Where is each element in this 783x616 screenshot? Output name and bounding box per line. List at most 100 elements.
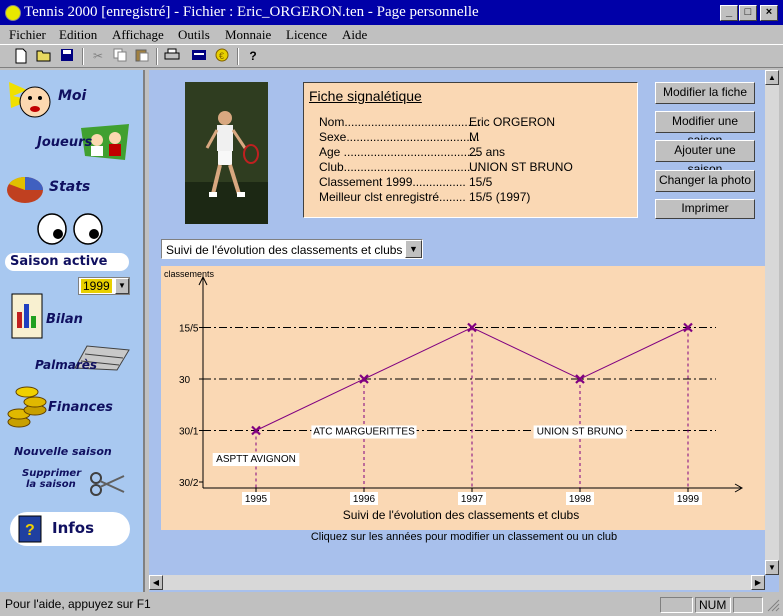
club-label: ASPTT AVIGNON	[216, 454, 296, 465]
print-icon[interactable]	[163, 48, 181, 65]
save-icon[interactable]	[58, 48, 76, 65]
fiche-value: 15/5 (1997)	[469, 190, 531, 204]
scissors-icon	[90, 472, 125, 496]
fiche-label: Sexe....................................…	[319, 130, 480, 144]
toolbar-separator	[82, 48, 84, 65]
fiche-value: 15/5	[469, 175, 493, 189]
face-icon	[9, 82, 51, 118]
nav-stats-label: Stats	[49, 179, 91, 195]
title-bar: Tennis 2000 [enregistré] - Fichier : Eri…	[0, 0, 783, 25]
coins-icon	[7, 386, 47, 428]
nav-joueurs-label: Joueurs	[37, 135, 93, 150]
status-panel	[733, 597, 763, 613]
changer-photo-button[interactable]: Changer la photo	[655, 170, 755, 192]
y-tick-label: 30/2	[179, 478, 199, 489]
chart-area: classements 30/2 30/1 30 15/5 1995 1996 1997 199…	[161, 266, 767, 530]
nav-supprimer-saison[interactable]: Supprimer la saison	[22, 468, 137, 504]
toolbar-separator	[237, 48, 239, 65]
nav-finances-label: Finances	[48, 400, 113, 415]
x-tick-label: 1999	[677, 494, 700, 505]
close-button[interactable]: ×	[760, 5, 778, 21]
new-file-icon[interactable]	[12, 48, 30, 65]
nav-finances[interactable]: Finances	[5, 382, 140, 430]
menu-monnaie[interactable]: Monnaie	[225, 27, 271, 43]
nav-moi[interactable]: Moi	[5, 78, 140, 122]
chevron-down-icon[interactable]: ▼	[405, 240, 422, 258]
status-panel	[660, 597, 693, 613]
nav-nouvelle-saison[interactable]: Nouvelle saison	[14, 445, 134, 463]
cut-icon[interactable]: ✂	[89, 48, 107, 65]
resize-grip-icon[interactable]	[766, 598, 780, 612]
nav-stats[interactable]: Stats	[5, 170, 140, 206]
fiche-value: Eric ORGERON	[469, 115, 556, 129]
maximize-button[interactable]: □	[739, 5, 757, 21]
scroll-up-icon[interactable]: ▲	[765, 70, 779, 85]
info-book-icon: ?	[18, 515, 42, 543]
menu-fichier[interactable]: Fichier	[9, 27, 46, 43]
eyes-icon	[37, 213, 103, 245]
chart-type-value: Suivi de l'évolution des classements et …	[166, 243, 403, 257]
paste-icon[interactable]	[133, 48, 151, 65]
modifier-fiche-button[interactable]: Modifier la fiche	[655, 82, 755, 104]
open-folder-icon[interactable]	[35, 48, 53, 65]
menu-outils[interactable]: Outils	[178, 27, 210, 43]
ajouter-saison-button[interactable]: Ajouter une saison	[655, 140, 755, 176]
fiche-label: Meilleur clst enregistré........	[319, 190, 466, 204]
club-label: ATC MARGUERITTES	[313, 427, 415, 438]
scroll-right-icon[interactable]: ▶	[751, 575, 765, 590]
menu-licence[interactable]: Licence	[286, 27, 327, 43]
fiche-value: UNION ST BRUNO	[469, 160, 573, 174]
nav-bilan-label: Bilan	[46, 312, 83, 327]
sidebar: Moi Joueurs Stats Saison active 1999 ▼ B…	[0, 70, 145, 592]
ranking-chart: classements 30/2 30/1 30 15/5 1995 1996 1997 199…	[164, 269, 744, 522]
imprimer-button[interactable]: Imprimer	[655, 199, 755, 219]
horizontal-scrollbar[interactable]: ◀ ▶	[149, 575, 765, 590]
help-icon[interactable]: ?	[244, 48, 262, 65]
x-tick-label: 1995	[245, 494, 268, 505]
fiche-label: Nom.....................................…	[319, 115, 482, 129]
status-num: NUM	[695, 597, 731, 613]
scroll-left-icon[interactable]: ◀	[149, 575, 163, 590]
nav-supprimer-label-1: Supprimer	[22, 468, 82, 479]
x-tick-label: 1998	[569, 494, 592, 505]
fiche-label: Classement 1999................	[319, 175, 466, 189]
menu-aide[interactable]: Aide	[342, 27, 367, 43]
fiche-value: M	[469, 130, 479, 144]
nav-moi-label: Moi	[58, 88, 87, 104]
nav-palmares[interactable]: Palmarès	[33, 342, 140, 378]
menu-edition[interactable]: Edition	[59, 27, 97, 43]
card-icon[interactable]	[190, 48, 208, 65]
fiche-label: Club....................................…	[319, 160, 481, 174]
tennis-ball-icon	[5, 5, 21, 21]
nav-palmares-label: Palmarès	[35, 358, 98, 372]
toolbar-separator	[156, 48, 158, 65]
fiche-label: Age ....................................…	[319, 145, 481, 159]
saison-active-label: Saison active	[10, 254, 108, 269]
modifier-saison-button[interactable]: Modifier une saison	[655, 111, 755, 147]
menu-affichage[interactable]: Affichage	[112, 27, 164, 43]
club-label: UNION ST BRUNO	[537, 427, 624, 438]
copy-icon[interactable]	[111, 48, 129, 65]
svg-text:?: ?	[25, 522, 35, 539]
y-axis-label: classements	[164, 269, 215, 279]
x-axis-label: Suivi de l'évolution des classements et …	[343, 508, 579, 522]
season-value: 1999	[81, 279, 112, 293]
menu-bar: Fichier Edition Affichage Outils Monnaie…	[0, 25, 783, 44]
y-tick-label: 30	[179, 375, 191, 386]
report-icon	[11, 293, 43, 339]
status-bar: Pour l'aide, appuyez sur F1 NUM	[0, 594, 783, 616]
nav-infos-label: Infos	[52, 519, 95, 537]
nav-infos[interactable]: ? Infos	[10, 512, 130, 546]
nav-supprimer-label-2: la saison	[26, 479, 76, 490]
nav-bilan[interactable]: Bilan	[8, 292, 138, 342]
coin-icon[interactable]: €	[213, 48, 231, 65]
window-title: Tennis 2000 [enregistré] - Fichier : Eri…	[24, 4, 479, 20]
y-tick-label: 30/1	[179, 427, 199, 438]
vertical-scrollbar[interactable]: ▲ ▼	[765, 70, 779, 575]
chart-type-select[interactable]: Suivi de l'évolution des classements et …	[161, 239, 423, 259]
saison-active-banner: Saison active	[5, 253, 129, 271]
y-tick-label: 15/5	[179, 324, 199, 335]
scroll-down-icon[interactable]: ▼	[765, 560, 779, 575]
minimize-button[interactable]: _	[720, 5, 738, 21]
nav-joueurs[interactable]: Joueurs	[35, 122, 140, 166]
